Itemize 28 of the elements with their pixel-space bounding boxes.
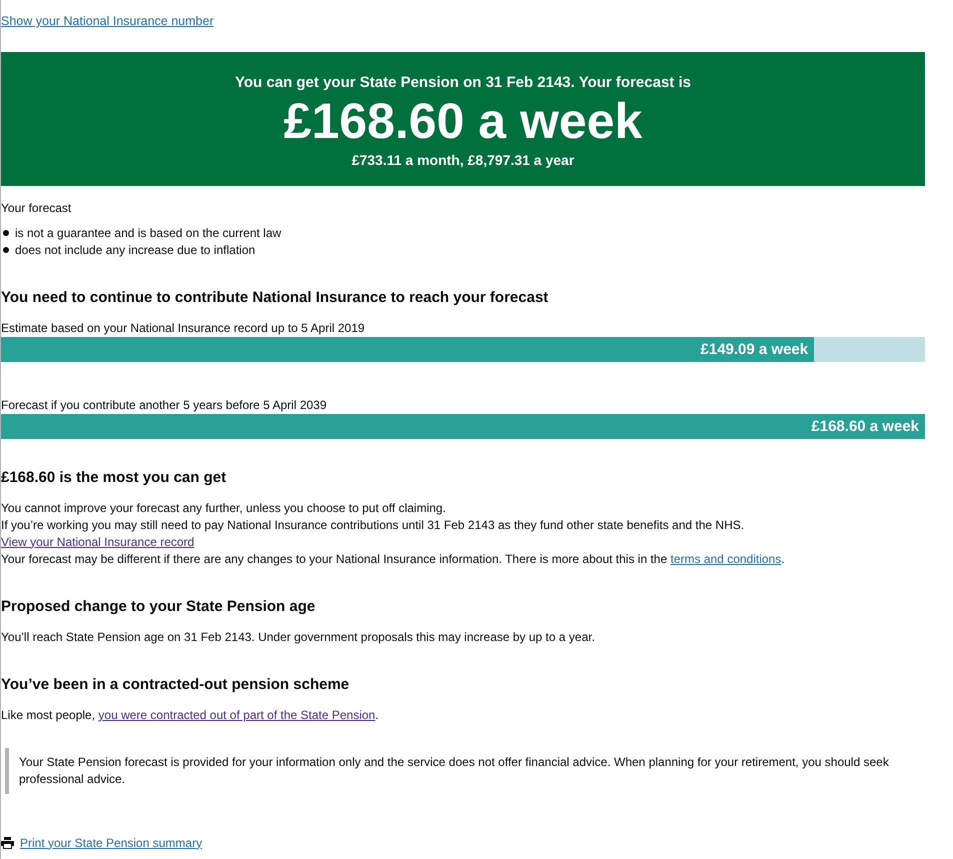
- bullet-icon: [3, 247, 9, 253]
- bar-label: Forecast if you contribute another 5 years before 5 April 2039: [1, 396, 328, 414]
- section-heading: You need to continue to contribute National Insurance to reach your forecast: [1, 288, 550, 306]
- bullet-text: is not a guarantee and is based on the current law: [15, 224, 282, 242]
- paragraph: You cannot improve your forecast any further, unless you choose to put off claiming.: [1, 500, 447, 516]
- advice-inset: Your State Pension forecast is provided for your information only and the service does not offer financial advice. When planning for your retirement, you should seek professional advice.: [5, 748, 925, 794]
- paragraph: Like most people, you were contracted out of part of the State Pension.: [1, 706, 380, 724]
- section-heading: Proposed change to your State Pension age: [1, 598, 316, 614]
- text-link[interactable]: View your National Insurance record: [1, 534, 194, 548]
- bar-label: Estimate based on your National Insurance record up to 5 April 2019: [1, 320, 366, 336]
- section-heading: You’ve been in a contracted-out pension scheme: [1, 676, 350, 692]
- paragraph: If you’re working you may still need to pay National Insurance contributions until 31 Feb 2143 as they fund other state benefits and the NHS.: [1, 516, 746, 534]
- print-summary-link[interactable]: Print your State Pension summary: [20, 836, 202, 850]
- show-ni-number-link[interactable]: Show your National Insurance number: [1, 14, 214, 28]
- bar-value: £149.09 a week: [700, 340, 808, 358]
- paragraph: You’ll reach State Pension age on 31 Feb 2143. Under government proposals this may increase by up to a year.: [1, 628, 596, 646]
- bullet-text: does not include any increase due to inflation: [15, 242, 256, 258]
- amount-breakdown: £733.11 a month, £8,797.31 a year: [352, 152, 574, 168]
- printer-icon: [1, 836, 14, 848]
- weekly-amount: £168.60 a week: [284, 95, 642, 148]
- bullet-icon: [3, 230, 9, 236]
- bar-value: £168.60 a week: [811, 418, 919, 434]
- paragraph: Your forecast may be different if there are any changes to your National Insurance information. There is more about this in the terms and conditions.: [1, 550, 786, 568]
- text-link[interactable]: terms and conditions: [670, 552, 782, 566]
- section-heading: £168.60 is the most you can get: [1, 468, 228, 486]
- banner-intro: You can get your State Pension on 31 Feb 2143. Your forecast is: [235, 74, 691, 91]
- forecast-intro: Your forecast: [1, 200, 72, 216]
- text-link[interactable]: you were contracted out of part of the State Pension: [98, 708, 376, 722]
